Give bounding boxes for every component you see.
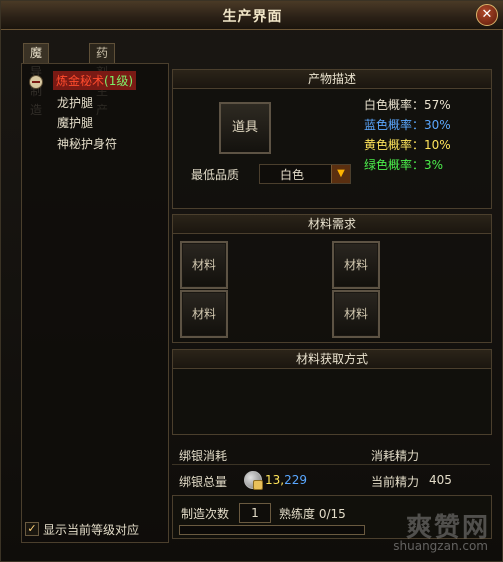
window-title: 生产界面 — [222, 9, 283, 25]
bound-silver-total-part2: 229 — [284, 473, 307, 487]
silver-coin-icon — [244, 471, 263, 490]
show-level-checkbox[interactable]: ✓ — [25, 522, 39, 536]
energy-cost-label: 消耗精力 — [371, 449, 420, 463]
material-slot[interactable]: 材料 — [180, 241, 228, 289]
recipe-item-magic-leggings[interactable]: 魔护腿 — [57, 114, 93, 131]
title-bar[interactable]: 生产界面 ✕ — [1, 1, 503, 30]
min-quality-select[interactable]: 白色 ▼ — [259, 164, 351, 184]
craft-count-label: 制造次数 — [181, 507, 230, 521]
recipe-item-dragon-leggings[interactable]: 龙护腿 — [57, 94, 93, 111]
min-quality-value: 白色 — [280, 168, 305, 182]
prob-white: 白色概率：57% — [364, 98, 451, 112]
show-level-label: 显示当前等级对应 — [43, 523, 140, 537]
material-slot[interactable]: 材料 — [180, 290, 228, 338]
dropdown-arrow-icon[interactable]: ▼ — [331, 165, 350, 183]
bound-silver-total-label: 绑银总量 — [179, 475, 228, 489]
collapse-icon[interactable] — [29, 75, 43, 89]
min-quality-label: 最低品质 — [191, 168, 240, 182]
recipe-item-mystic-amulet[interactable]: 神秘护身符 — [57, 135, 117, 152]
acquire-section-title: 材料获取方式 — [173, 350, 491, 369]
watermark-url: shuangzan.com — [393, 539, 488, 553]
recipe-level: (1级) — [104, 74, 134, 88]
proficiency-label: 熟练度 0/15 — [279, 507, 346, 521]
tab-potion-production[interactable]: 药剂生产 — [89, 43, 116, 117]
tab-magic-craft[interactable]: 魔导制造 — [23, 43, 50, 117]
current-energy-label: 当前精力 — [371, 475, 420, 489]
material-slot[interactable]: 材料 — [332, 290, 380, 338]
production-window: 生产界面 ✕ 魔导制造 药剂生产 炼金秘术(1级) 龙护腿 魔护腿 神秘护身符 … — [0, 0, 503, 562]
prob-yellow: 黄色概率：10% — [364, 138, 451, 152]
current-energy-value: 405 — [429, 473, 452, 487]
acquire-section: 材料获取方式 — [172, 349, 492, 435]
material-slot[interactable]: 材料 — [332, 241, 380, 289]
bound-silver-total-part1: 13, — [265, 473, 285, 487]
divider — [172, 464, 490, 465]
proficiency-bar — [179, 525, 365, 535]
recipe-name: 炼金秘术 — [56, 74, 105, 88]
bound-silver-total-value: 13,229 — [265, 473, 307, 487]
prob-blue: 蓝色概率：30% — [364, 118, 451, 132]
product-section-title: 产物描述 — [173, 70, 491, 89]
product-slot[interactable]: 道具 — [219, 102, 271, 154]
materials-section-title: 材料需求 — [173, 215, 491, 234]
craft-count-input[interactable]: 1 — [239, 503, 271, 523]
bound-silver-cost-label: 绑银消耗 — [179, 449, 228, 463]
close-icon[interactable]: ✕ — [476, 4, 498, 26]
prob-green: 绿色概率：3% — [364, 158, 444, 172]
recipe-item-alchemy[interactable]: 炼金秘术(1级) — [53, 71, 137, 90]
